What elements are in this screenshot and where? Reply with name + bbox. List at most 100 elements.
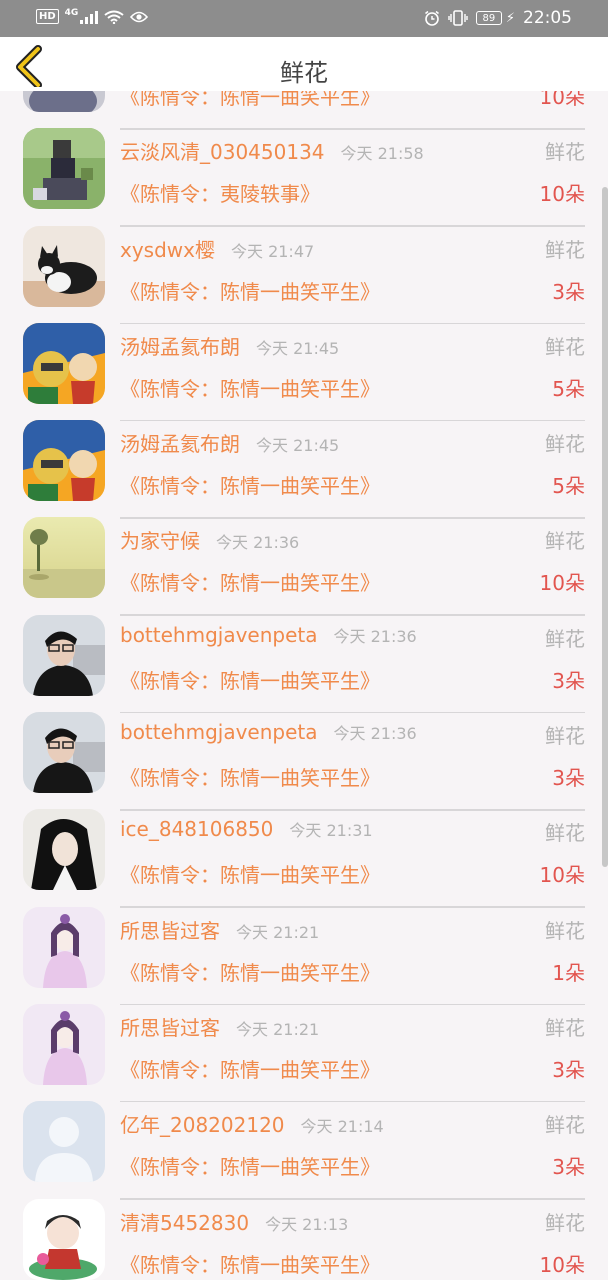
user-line: 云淡风清_030450134 今天 21:58 (120, 136, 424, 165)
avatar-man-glasses-icon[interactable] (23, 614, 105, 696)
gift-count: 10朵 (539, 1252, 585, 1277)
list-item[interactable]: 汤姆孟氦布朗 今天 21:45 鲜花 《陈情令：陈情一曲笑平生》 5朵 (0, 306, 608, 422)
network-type: 4G (64, 7, 79, 18)
gift-count: 3朵 (552, 1057, 585, 1082)
list-item[interactable]: 清清5452830 今天 21:13 鲜花 《陈情令：陈情一曲笑平生》 10朵 (0, 1182, 608, 1280)
user-line: 所思皆过客 今天 21:21 (120, 1012, 319, 1041)
status-left: HD 4G (36, 7, 149, 24)
user-name[interactable]: xysdwx樱 (120, 238, 215, 262)
user-name[interactable]: 汤姆孟氦布朗 (120, 335, 240, 359)
work-title[interactable]: 《陈情令：陈情一曲笑平生》 (120, 470, 380, 499)
user-name[interactable]: 所思皆过客 (120, 1016, 220, 1040)
status-right: 89 ⚡ 22:05 (424, 8, 572, 28)
gift-type: 鲜花 (545, 626, 585, 651)
gift-type: 鲜花 (545, 724, 585, 749)
work-title[interactable]: 《陈情令：陈情一曲笑平生》 (120, 276, 380, 305)
timestamp: 今天 21:31 (289, 821, 373, 841)
avatar-lady-icon[interactable] (23, 906, 105, 988)
work-title[interactable]: 《陈情令：陈情一曲笑平生》 (120, 859, 380, 888)
work-title[interactable]: 《陈情令：陈情一曲笑平生》 (120, 957, 380, 986)
timestamp: 今天 21:36 (333, 626, 417, 646)
gift-type: 鲜花 (545, 334, 585, 359)
list-item[interactable]: 云淡风清_030450134 今天 21:58 鲜花《陈情令：夷陵轶事》 10朵 (0, 111, 608, 227)
list-item[interactable]: ice_848106850 今天 21:31 鲜花 《陈情令：陈情一曲笑平生》 10朵 (0, 792, 608, 908)
gift-count: 5朵 (552, 474, 585, 499)
user-line: bottehmgjavenpeta 今天 21:36 (120, 720, 417, 744)
user-line: 汤姆孟氦布朗 今天 21:45 (120, 331, 339, 360)
list-item[interactable]: bottehmgjavenpeta 今天 21:36 鲜花《陈情令：陈情一曲笑平生》… (0, 598, 608, 714)
gift-type: 鲜花 (545, 1015, 585, 1040)
user-name[interactable]: 为家守候 (120, 529, 200, 553)
user-line: 亿年_208202120 今天 21:14 (120, 1109, 384, 1138)
list-item[interactable]: 所思皆过客 今天 21:21 鲜花《陈情令：陈情一曲笑平生》 3朵 (0, 987, 608, 1103)
avatar-cartoon-icon[interactable] (23, 420, 105, 502)
avatar-lady-icon[interactable] (23, 1003, 105, 1085)
user-name[interactable]: 亿年_208202120 (120, 1113, 285, 1137)
gift-type: 鲜花 (545, 821, 585, 846)
alarm-icon (424, 10, 439, 26)
nav-bar: 鲜花 (0, 37, 608, 91)
user-name[interactable]: 所思皆过客 (120, 919, 220, 943)
user-name[interactable]: 云淡风清_030450134 (120, 140, 325, 164)
gift-type: 鲜花 (545, 529, 585, 554)
work-title[interactable]: 《陈情令：陈情一曲笑平生》 (120, 91, 380, 110)
user-name[interactable]: ice_848106850 (120, 817, 273, 841)
work-title[interactable]: 《陈情令：陈情一曲笑平生》 (120, 373, 380, 402)
work-title[interactable]: 《陈情令：陈情一曲笑平生》 (120, 1054, 380, 1083)
gift-type: 鲜花 (545, 1113, 585, 1138)
work-title[interactable]: 《陈情令：陈情一曲笑平生》 (120, 567, 380, 596)
avatar-actor-icon[interactable] (23, 809, 105, 891)
avatar-cat-icon[interactable] (23, 225, 105, 307)
hd-badge: HD (36, 9, 59, 24)
list-item[interactable]: 汤姆孟氦布朗 今天 21:45 鲜花 《陈情令：陈情一曲笑平生》 5朵 (0, 403, 608, 519)
user-line: 清清5452830 今天 21:13 (120, 1207, 348, 1236)
avatar-pixel-figure-icon[interactable] (23, 128, 105, 210)
gift-count: 10朵 (539, 91, 585, 109)
list-item[interactable]: 《陈情令：陈情一曲笑平生》 10朵 (0, 91, 608, 130)
gift-count: 10朵 (539, 182, 585, 207)
avatar-man-glasses-icon[interactable] (23, 712, 105, 794)
battery-icon: 89 (475, 11, 502, 25)
list-item[interactable]: 亿年_208202120 今天 21:14 鲜花《陈情令：陈情一曲笑平生》 3朵 (0, 1084, 608, 1200)
clock: 22:05 (523, 8, 572, 28)
avatar-landscape-icon[interactable] (23, 517, 105, 599)
list-item[interactable]: 所思皆过客 今天 21:21 鲜花 《陈情令：陈情一曲笑平生》 1朵 (0, 890, 608, 1006)
timestamp: 今天 21:36 (216, 533, 300, 553)
page-title: 鲜花 (280, 59, 328, 87)
work-title[interactable]: 《陈情令：陈情一曲笑平生》 (120, 665, 380, 694)
user-line: bottehmgjavenpeta 今天 21:36 (120, 623, 417, 647)
gift-list[interactable]: 《陈情令：陈情一曲笑平生》 10朵 云淡风清_030450134 今天 21:58 鲜花… (0, 91, 608, 1280)
user-name[interactable]: bottehmgjavenpeta (120, 720, 318, 744)
charging-icon: ⚡ (505, 10, 515, 26)
vibrate-icon (448, 10, 468, 26)
user-name[interactable]: 清清5452830 (120, 1211, 249, 1235)
timestamp: 今天 21:58 (340, 144, 424, 164)
timestamp: 今天 21:21 (236, 922, 320, 942)
status-bar: HD 4G 89 ⚡ 22:05 (0, 0, 608, 37)
gift-type: 鲜花 (545, 140, 585, 165)
work-title[interactable]: 《陈情令：陈情一曲笑平生》 (120, 762, 380, 791)
gift-count: 3朵 (552, 279, 585, 304)
avatar-chibi-icon[interactable] (23, 1198, 105, 1280)
avatar-default-icon[interactable] (23, 1101, 105, 1183)
gift-count: 3朵 (552, 668, 585, 693)
list-item[interactable]: bottehmgjavenpeta 今天 21:36 鲜花《陈情令：陈情一曲笑平生》… (0, 695, 608, 811)
scrollbar[interactable] (602, 187, 608, 867)
user-line: 汤姆孟氦布朗 今天 21:45 (120, 428, 339, 457)
avatar-person-icon[interactable] (23, 91, 105, 112)
work-title[interactable]: 《陈情令：陈情一曲笑平生》 (120, 1249, 380, 1278)
list-item[interactable]: 为家守候 今天 21:36 鲜花 《陈情令：陈情一曲笑平生》 10朵 (0, 500, 608, 616)
wifi-icon (104, 10, 124, 24)
user-name[interactable]: bottehmgjavenpeta (120, 623, 318, 647)
signal-icon (80, 10, 99, 24)
timestamp: 今天 21:45 (256, 436, 340, 456)
list-item[interactable]: xysdwx樱 今天 21:47 鲜花 《陈情令：陈情一曲笑平生》 3朵 (0, 209, 608, 325)
user-line: 所思皆过客 今天 21:21 (120, 915, 319, 944)
user-name[interactable]: 汤姆孟氦布朗 (120, 432, 240, 456)
work-title[interactable]: 《陈情令：夷陵轶事》 (120, 178, 320, 207)
timestamp: 今天 21:13 (265, 1214, 349, 1234)
gift-count: 3朵 (552, 1155, 585, 1180)
avatar-cartoon-icon[interactable] (23, 322, 105, 404)
work-title[interactable]: 《陈情令：陈情一曲笑平生》 (120, 1151, 380, 1180)
timestamp: 今天 21:47 (230, 241, 315, 261)
